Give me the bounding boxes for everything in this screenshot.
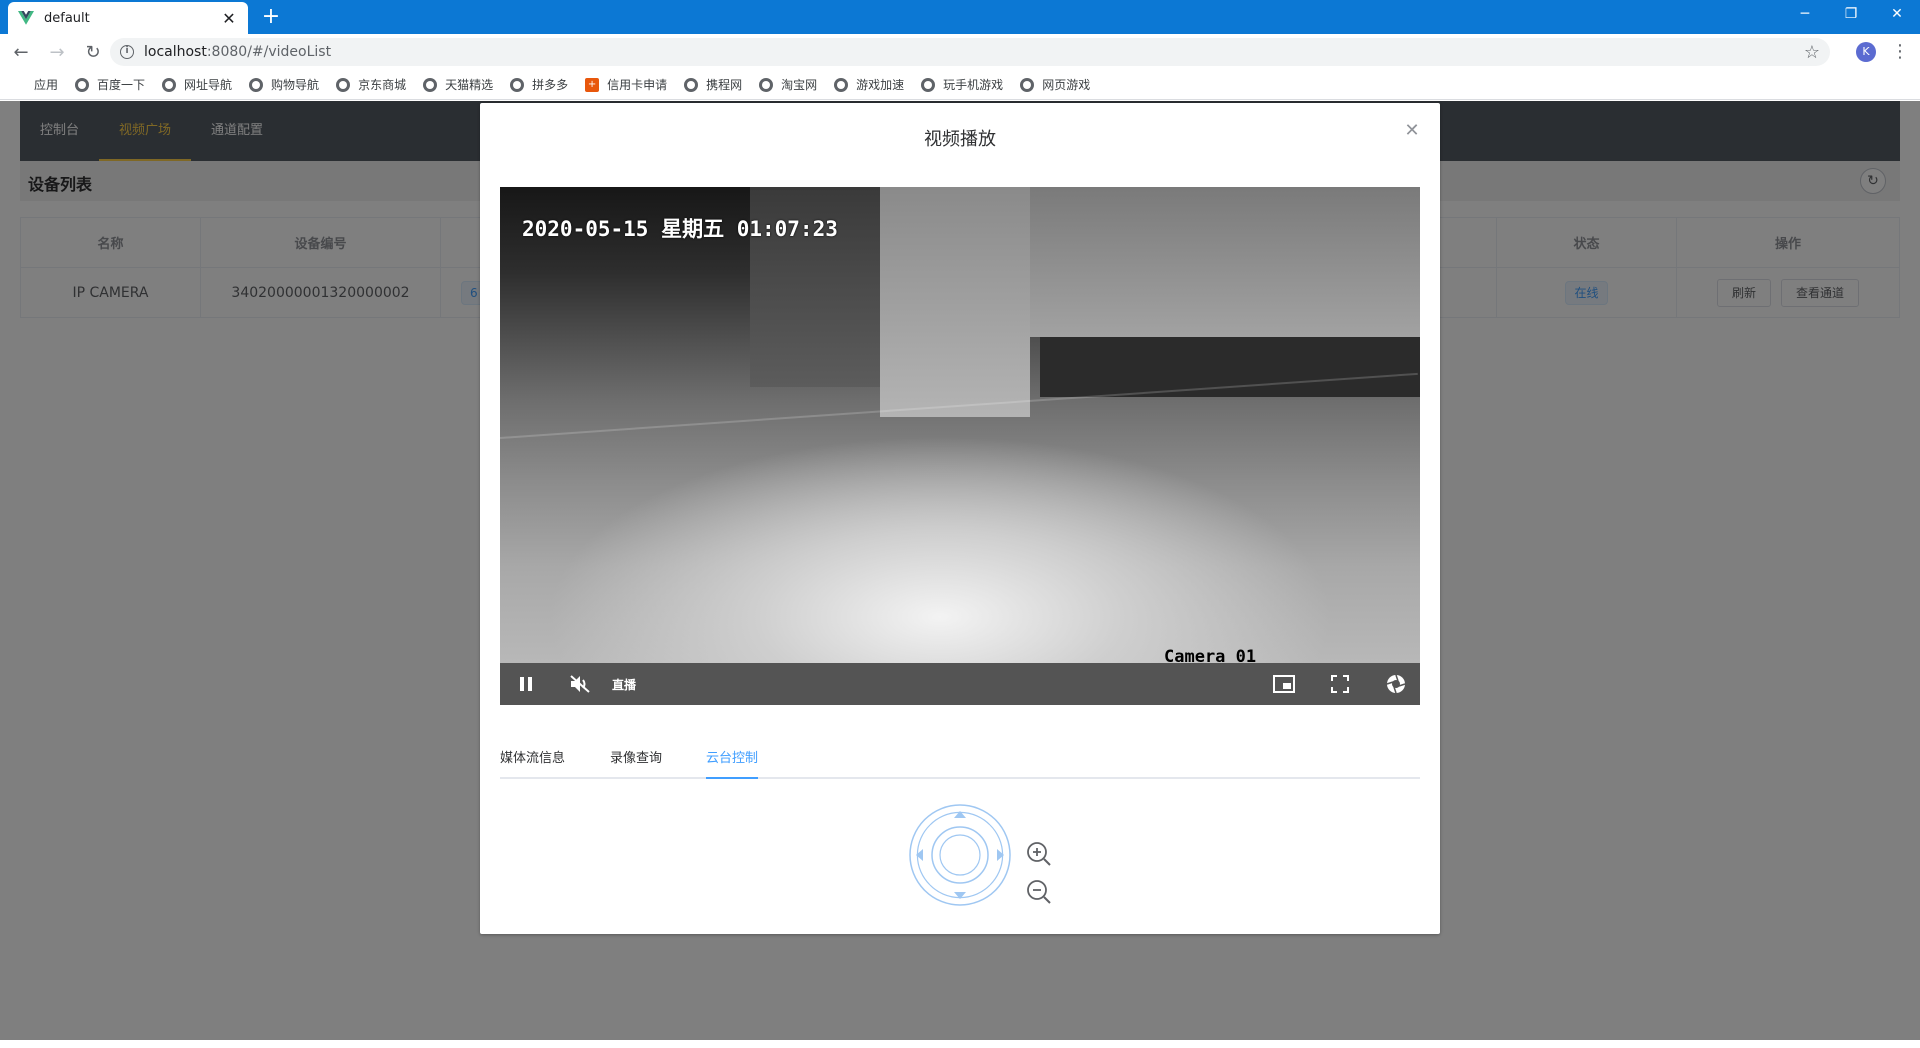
- picture-in-picture-icon[interactable]: [1272, 672, 1296, 696]
- bookmark-label: 购物导航: [271, 78, 320, 92]
- zoom-out-icon[interactable]: [1026, 879, 1052, 905]
- bookmark-item[interactable]: 携程网: [684, 76, 742, 93]
- globe-icon: [162, 77, 177, 92]
- bookmark-label: 拼多多: [532, 78, 569, 92]
- window-close-icon[interactable]: ✕: [1874, 0, 1920, 28]
- dialog-close-icon[interactable]: ✕: [1402, 121, 1422, 141]
- bookmark-item[interactable]: 游戏加速: [834, 76, 904, 93]
- bookmark-apps[interactable]: 应用: [12, 76, 58, 93]
- globe-icon: [423, 77, 438, 92]
- globe-icon: [834, 77, 849, 92]
- dialog-title: 视频播放: [924, 129, 996, 150]
- globe-icon: [921, 77, 936, 92]
- bookmark-item[interactable]: 网页游戏: [1020, 76, 1090, 93]
- video-scene-wall: [1030, 187, 1420, 337]
- browser-toolbar: ← → ↻ i localhost:8080/#/videoList ☆ K ⋮: [0, 34, 1920, 70]
- globe-icon: [1020, 77, 1035, 92]
- bookmark-label: 携程网: [706, 78, 743, 92]
- new-tab-button[interactable]: +: [258, 4, 284, 30]
- url-host: localhost: [144, 44, 207, 60]
- globe-icon: [249, 77, 264, 92]
- bookmark-label: 应用: [34, 78, 59, 92]
- bookmark-item[interactable]: 天猫精选: [423, 76, 493, 93]
- globe-icon: [759, 77, 774, 92]
- bookmark-star-icon[interactable]: ☆: [1804, 42, 1820, 63]
- bookmark-item[interactable]: 拼多多: [510, 76, 568, 93]
- bookmark-item[interactable]: 玩手机游戏: [921, 76, 1003, 93]
- bookmark-label: 天猫精选: [445, 78, 494, 92]
- video-player[interactable]: 2020-05-15 星期五 01:07:23 Camera 01 直播: [500, 187, 1420, 705]
- bookmark-item[interactable]: 网址导航: [162, 76, 232, 93]
- video-scene-pillar: [880, 187, 1030, 417]
- video-timestamp: 2020-05-15 星期五 01:07:23: [522, 217, 838, 241]
- video-controls-bar: 直播: [500, 663, 1420, 705]
- ptz-direction-pad[interactable]: [908, 803, 1012, 907]
- bookmark-label: 网页游戏: [1042, 78, 1091, 92]
- globe-icon: [75, 77, 90, 92]
- globe-icon: [510, 77, 525, 92]
- bookmark-item[interactable]: 淘宝网: [759, 76, 817, 93]
- site-info-icon[interactable]: i: [120, 45, 134, 59]
- apps-grid-icon: [12, 78, 26, 92]
- forward-icon[interactable]: →: [42, 37, 72, 67]
- restore-icon[interactable]: ❐: [1828, 0, 1874, 28]
- card-icon: +: [585, 77, 600, 92]
- bookmark-label: 京东商城: [358, 78, 407, 92]
- bookmark-item[interactable]: 购物导航: [249, 76, 319, 93]
- fullscreen-icon[interactable]: [1328, 672, 1352, 696]
- globe-icon: [336, 77, 351, 92]
- minimize-icon[interactable]: ─: [1782, 0, 1828, 28]
- dialog-tabs: 媒体流信息 录像查询 云台控制: [500, 739, 1420, 779]
- url-path: :8080/#/videoList: [206, 44, 332, 60]
- browser-menu-icon[interactable]: ⋮: [1890, 40, 1910, 64]
- tab-close-icon[interactable]: ✕: [220, 9, 238, 28]
- browser-tab-title: default: [44, 10, 90, 26]
- tab-ptz-control[interactable]: 云台控制: [706, 739, 759, 779]
- bookmark-label: 玩手机游戏: [943, 78, 1004, 92]
- address-bar[interactable]: i localhost:8080/#/videoList ☆: [110, 38, 1830, 66]
- bookmark-item[interactable]: 京东商城: [336, 76, 406, 93]
- live-label: 直播: [612, 678, 637, 692]
- bookmark-label: 网址导航: [184, 78, 233, 92]
- window-controls: ─ ❐ ✕: [1782, 0, 1920, 28]
- bookmark-item[interactable]: 百度一下: [75, 76, 145, 93]
- mute-icon[interactable]: [568, 672, 592, 696]
- browser-tabstrip: default ✕ + ─ ❐ ✕: [0, 0, 1920, 34]
- pause-icon[interactable]: [514, 672, 538, 696]
- globe-icon: [684, 77, 699, 92]
- tab-record-query[interactable]: 录像查询: [610, 739, 662, 779]
- vue-logo-icon: [18, 11, 34, 25]
- zoom-in-icon[interactable]: [1026, 841, 1052, 867]
- back-icon[interactable]: ←: [6, 37, 36, 67]
- bookmark-label: 游戏加速: [856, 78, 905, 92]
- tab-media-stream-info[interactable]: 媒体流信息: [500, 739, 565, 779]
- profile-avatar[interactable]: K: [1856, 42, 1876, 62]
- bookmark-label: 百度一下: [97, 78, 146, 92]
- bookmark-label: 淘宝网: [781, 78, 818, 92]
- browser-tab[interactable]: default ✕: [8, 2, 248, 34]
- video-frame: 2020-05-15 星期五 01:07:23 Camera 01: [500, 187, 1420, 667]
- bookmarks-bar: 应用 百度一下 网址导航 购物导航 京东商城 天猫精选 拼多多 + 信用卡申请 携…: [0, 70, 1920, 100]
- video-scene-desk: [1040, 337, 1420, 397]
- bookmark-item[interactable]: + 信用卡申请: [585, 76, 667, 93]
- screenshot-shutter-icon[interactable]: [1384, 672, 1408, 696]
- bookmark-label: 信用卡申请: [607, 78, 668, 92]
- reload-icon[interactable]: ↻: [78, 37, 108, 67]
- video-play-dialog: 视频播放 ✕ 2020-05-15 星期五 01:07:23 Camera 01…: [480, 103, 1440, 934]
- url-text[interactable]: localhost:8080/#/videoList: [144, 44, 1804, 60]
